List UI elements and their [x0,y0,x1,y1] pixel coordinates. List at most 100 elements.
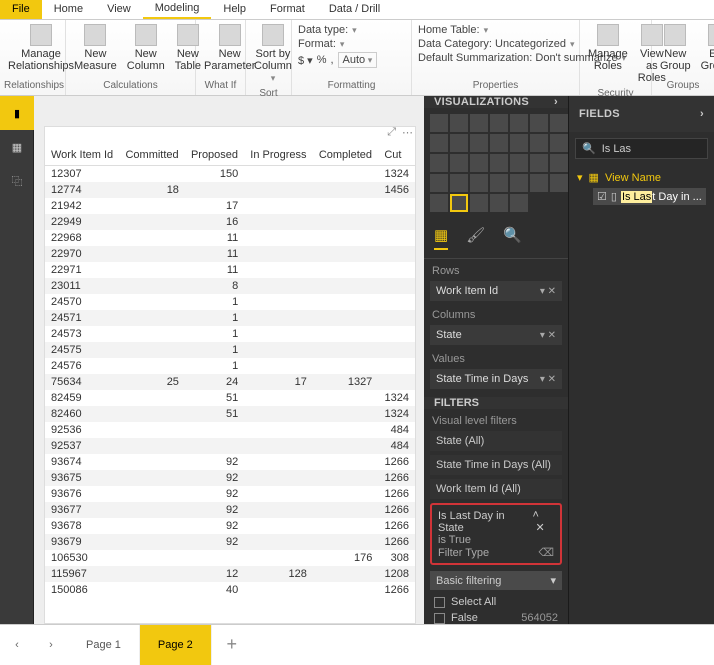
new-measure-btn[interactable]: New Measure [70,22,121,74]
tab-view[interactable]: View [95,0,143,19]
visual-type-6[interactable] [550,114,568,132]
visual-type-2[interactable] [470,114,488,132]
table-row: 82460511324 [45,406,415,422]
new-group-btn[interactable]: New Group [656,22,695,74]
filter-state[interactable]: State (All) [430,431,562,451]
values-well[interactable]: State Time in Days▾ ✕ [430,369,562,389]
visual-type-10[interactable] [490,134,508,152]
visual-type-27[interactable] [550,174,568,192]
visual-type-26[interactable] [530,174,548,192]
visual-type-0[interactable] [430,114,448,132]
col-header[interactable]: In Progress [244,145,313,166]
table-node[interactable]: ▾▦View Name [577,169,706,186]
table-row: 2194217 [45,198,415,214]
model-view-icon[interactable]: ⿻ [0,164,34,198]
visual-type-30[interactable] [470,194,488,212]
filter-work-item-id[interactable]: Work Item Id (All) [430,479,562,499]
relationships-label: Relationships [4,78,61,93]
visual-type-19[interactable] [530,154,548,172]
visual-type-1[interactable] [450,114,468,132]
visual-toolbar[interactable]: ⤢⋯ [387,126,413,139]
tab-home[interactable]: Home [42,0,95,19]
visual-type-9[interactable] [470,134,488,152]
visual-type-3[interactable] [490,114,508,132]
visual-type-22[interactable] [450,174,468,192]
more-icon[interactable]: ⋯ [402,126,413,139]
visual-type-5[interactable] [530,114,548,132]
rows-well[interactable]: Work Item Id▾ ✕ [430,281,562,301]
data-view-icon[interactable]: ▦ [0,130,34,164]
col-header[interactable]: Completed [313,145,378,166]
default-summarization-dd[interactable]: Default Summarization: Don't summarize [418,52,573,64]
edit-groups-btn[interactable]: Edit Groups [697,22,714,74]
visual-type-8[interactable] [450,134,468,152]
visual-type-15[interactable] [450,154,468,172]
filter-state-time[interactable]: State Time in Days (All) [430,455,562,475]
next-page-btn[interactable]: › [34,625,68,665]
prev-page-btn[interactable]: ‹ [0,625,34,665]
format-dd[interactable]: Format: [298,38,405,50]
add-page-btn[interactable]: + [212,634,252,655]
filter-type-dd[interactable]: Basic filtering▾ [430,571,562,590]
analytics-subtab-icon[interactable]: 🔍 [503,226,522,250]
visual-type-29[interactable] [450,194,468,212]
visual-type-4[interactable] [510,114,528,132]
matrix-visual[interactable]: ⤢⋯ Work Item IdCommittedProposedIn Progr… [44,126,416,624]
format-subtab-icon[interactable]: 🖌 [466,226,485,250]
visual-type-24[interactable] [490,174,508,192]
visual-type-21[interactable] [430,174,448,192]
filter-is-last-day[interactable]: Is Last Day in State˄ ✕ is True Filter T… [430,503,562,565]
manage-roles-btn[interactable]: Manage Roles [584,22,632,74]
format-tools[interactable]: $ ▾%,Auto [298,52,405,68]
tab-file[interactable]: File [0,0,42,19]
page-2-tab[interactable]: Page 2 [140,625,212,665]
table-row: 2297011 [45,246,415,262]
tab-data-drill[interactable]: Data / Drill [317,0,392,19]
fields-search[interactable]: 🔍Is Las [575,138,708,159]
tab-help[interactable]: Help [211,0,258,19]
data-category-dd[interactable]: Data Category: Uncategorized [418,38,573,50]
filter-icon[interactable]: ⤢ [387,126,396,139]
visual-level-filters-label: Visual level filters [424,409,568,429]
collapse-icon[interactable]: › [700,108,704,120]
eraser-icon[interactable]: ⌫ [538,546,554,559]
visual-type-13[interactable] [550,134,568,152]
report-canvas[interactable]: ⤢⋯ Work Item IdCommittedProposedIn Progr… [34,96,424,624]
visual-type-16[interactable] [470,154,488,172]
new-column-btn[interactable]: New Column [123,22,169,74]
visual-type-23[interactable] [470,174,488,192]
visual-type-7[interactable] [430,134,448,152]
table-row: 2296811 [45,230,415,246]
data-type-dd[interactable]: Data type: [298,24,405,36]
tab-modeling[interactable]: Modeling [143,0,212,19]
visual-type-gallery[interactable] [424,108,568,218]
visual-type-14[interactable] [430,154,448,172]
visual-type-17[interactable] [490,154,508,172]
col-header[interactable]: Committed [119,145,184,166]
visual-type-18[interactable] [510,154,528,172]
fields-header: FIELDS [579,108,620,120]
matrix-table: Work Item IdCommittedProposedIn Progress… [45,145,415,598]
field-is-last-day[interactable]: ☑▯Is Last Day in ... [593,188,706,205]
home-table-dd[interactable]: Home Table: [418,24,573,36]
collapse-icon[interactable]: › [554,96,558,108]
col-header[interactable]: Work Item Id [45,145,119,166]
table-row: 93679921266 [45,534,415,550]
col-header[interactable]: Proposed [185,145,244,166]
visual-type-12[interactable] [530,134,548,152]
page-1-tab[interactable]: Page 1 [68,625,140,665]
visual-type-25[interactable] [510,174,528,192]
fields-subtab-icon[interactable]: ▦ [434,226,448,250]
col-header[interactable]: Cut [378,145,415,166]
sort-by-column-btn[interactable]: Sort by Column [250,22,296,86]
visual-type-11[interactable] [510,134,528,152]
visual-type-32[interactable] [510,194,528,212]
visual-type-31[interactable] [490,194,508,212]
false-row[interactable]: False564052 [434,612,558,624]
visual-type-28[interactable] [430,194,448,212]
select-all-row[interactable]: Select All [434,596,558,608]
report-view-icon[interactable]: ▮ [0,96,34,130]
tab-format[interactable]: Format [258,0,317,19]
visual-type-20[interactable] [550,154,568,172]
columns-well[interactable]: State▾ ✕ [430,325,562,345]
